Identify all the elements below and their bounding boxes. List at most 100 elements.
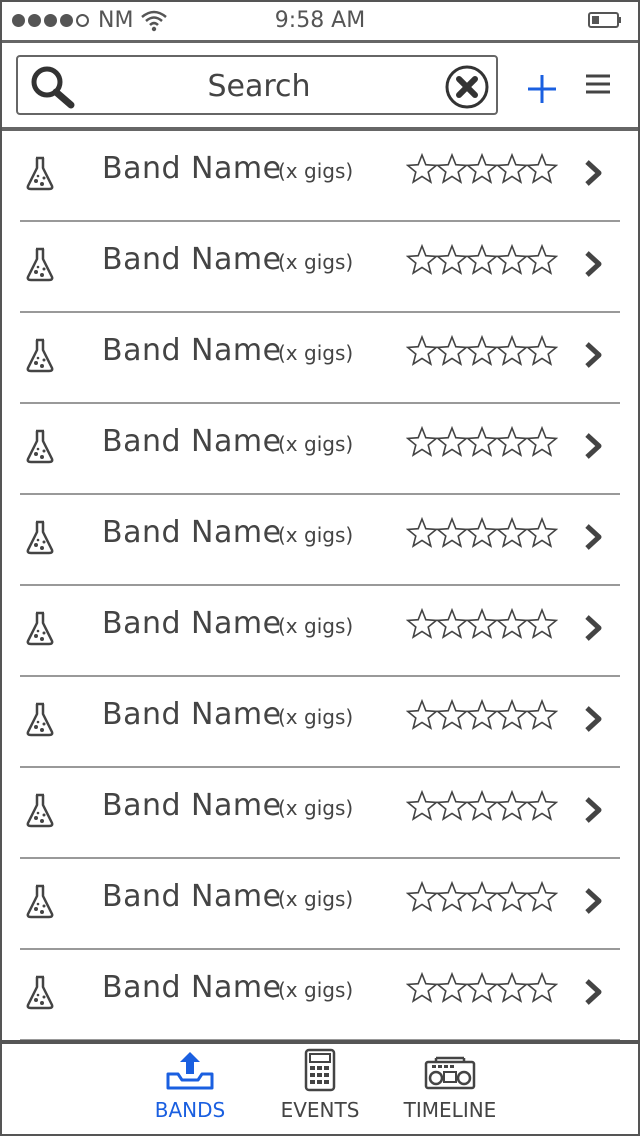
star-icon[interactable] <box>435 153 469 184</box>
star-icon[interactable] <box>406 517 439 548</box>
star-icon[interactable] <box>525 608 558 639</box>
star-icon[interactable] <box>406 881 439 912</box>
gig-count: (x gigs) <box>278 978 354 1002</box>
tab-bar: BANDS EVENTS TIMELINE <box>2 1040 638 1134</box>
star-icon[interactable] <box>495 335 529 366</box>
star-icon[interactable] <box>465 335 499 366</box>
chevron-right-icon[interactable] <box>584 523 602 551</box>
star-icon[interactable] <box>465 244 499 275</box>
band-list-item[interactable]: Band Name (x gigs) <box>2 495 638 586</box>
star-icon[interactable] <box>406 426 439 457</box>
star-icon[interactable] <box>525 790 558 821</box>
star-icon[interactable] <box>435 517 469 548</box>
gig-count: (x gigs) <box>278 523 354 547</box>
star-icon[interactable] <box>495 881 529 912</box>
star-rating[interactable] <box>406 517 558 551</box>
chevron-right-icon[interactable] <box>584 159 602 187</box>
star-icon[interactable] <box>406 153 439 184</box>
star-icon[interactable] <box>465 790 499 821</box>
star-icon[interactable] <box>525 335 558 366</box>
star-icon[interactable] <box>465 699 499 730</box>
star-icon[interactable] <box>495 244 529 275</box>
band-name: Band Name <box>102 970 282 1005</box>
flask-icon <box>26 702 54 737</box>
star-rating[interactable] <box>406 608 558 642</box>
star-rating[interactable] <box>406 244 558 278</box>
star-icon[interactable] <box>465 153 499 184</box>
star-icon[interactable] <box>435 244 469 275</box>
star-icon[interactable] <box>435 699 469 730</box>
star-icon[interactable] <box>525 972 558 1003</box>
clock: 9:58 AM <box>274 8 366 33</box>
star-icon[interactable] <box>465 517 499 548</box>
menu-icon[interactable] <box>584 71 612 97</box>
band-list-item[interactable]: Band Name (x gigs) <box>2 768 638 859</box>
star-icon[interactable] <box>465 608 499 639</box>
band-list-item[interactable]: Band Name (x gigs) <box>2 677 638 768</box>
band-name: Band Name <box>102 333 282 368</box>
plus-icon[interactable] <box>522 69 562 109</box>
star-icon[interactable] <box>495 426 529 457</box>
star-icon[interactable] <box>495 153 529 184</box>
chevron-right-icon[interactable] <box>584 341 602 369</box>
star-icon[interactable] <box>495 517 529 548</box>
gig-count: (x gigs) <box>278 250 354 274</box>
band-list-item[interactable]: Band Name (x gigs) <box>2 586 638 677</box>
star-icon[interactable] <box>525 153 558 184</box>
band-list-item[interactable]: Band Name (x gigs) <box>2 404 638 495</box>
flask-icon <box>26 520 54 555</box>
chevron-right-icon[interactable] <box>584 887 602 915</box>
star-icon[interactable] <box>525 517 558 548</box>
star-icon[interactable] <box>435 426 469 457</box>
search-placeholder: Search <box>207 69 311 104</box>
tab-timeline[interactable]: TIMELINE <box>390 1048 510 1128</box>
star-icon[interactable] <box>495 972 529 1003</box>
star-icon[interactable] <box>435 790 469 821</box>
band-list-item[interactable]: Band Name (x gigs) <box>2 131 638 222</box>
band-name: Band Name <box>102 606 282 641</box>
star-icon[interactable] <box>406 972 439 1003</box>
star-rating[interactable] <box>406 153 558 187</box>
chevron-right-icon[interactable] <box>584 978 602 1006</box>
star-icon[interactable] <box>495 608 529 639</box>
star-icon[interactable] <box>435 335 469 366</box>
band-list-item[interactable]: Band Name (x gigs) <box>2 950 638 1041</box>
star-icon[interactable] <box>435 881 469 912</box>
tab-bands[interactable]: BANDS <box>130 1048 250 1128</box>
star-icon[interactable] <box>465 972 499 1003</box>
band-name: Band Name <box>102 151 282 186</box>
band-list-item[interactable]: Band Name (x gigs) <box>2 859 638 950</box>
chevron-right-icon[interactable] <box>584 796 602 824</box>
chevron-right-icon[interactable] <box>584 432 602 460</box>
star-rating[interactable] <box>406 699 558 733</box>
star-icon[interactable] <box>525 426 558 457</box>
chevron-right-icon[interactable] <box>584 250 602 278</box>
star-rating[interactable] <box>406 881 558 915</box>
star-rating[interactable] <box>406 426 558 460</box>
star-icon[interactable] <box>406 608 439 639</box>
search-input[interactable]: Search <box>16 55 498 115</box>
clear-icon[interactable] <box>444 64 490 110</box>
chevron-right-icon[interactable] <box>584 614 602 642</box>
star-icon[interactable] <box>465 426 499 457</box>
star-icon[interactable] <box>406 244 439 275</box>
star-icon[interactable] <box>406 335 439 366</box>
star-icon[interactable] <box>495 699 529 730</box>
star-rating[interactable] <box>406 790 558 824</box>
star-icon[interactable] <box>406 699 439 730</box>
star-icon[interactable] <box>525 699 558 730</box>
tab-events[interactable]: EVENTS <box>260 1048 380 1128</box>
band-list-item[interactable]: Band Name (x gigs) <box>2 222 638 313</box>
flask-icon <box>26 975 54 1010</box>
star-rating[interactable] <box>406 972 558 1006</box>
star-rating[interactable] <box>406 335 558 369</box>
star-icon[interactable] <box>525 244 558 275</box>
band-list-item[interactable]: Band Name (x gigs) <box>2 313 638 404</box>
chevron-right-icon[interactable] <box>584 705 602 733</box>
star-icon[interactable] <box>435 972 469 1003</box>
star-icon[interactable] <box>435 608 469 639</box>
star-icon[interactable] <box>406 790 439 821</box>
star-icon[interactable] <box>465 881 499 912</box>
star-icon[interactable] <box>525 881 558 912</box>
star-icon[interactable] <box>495 790 529 821</box>
